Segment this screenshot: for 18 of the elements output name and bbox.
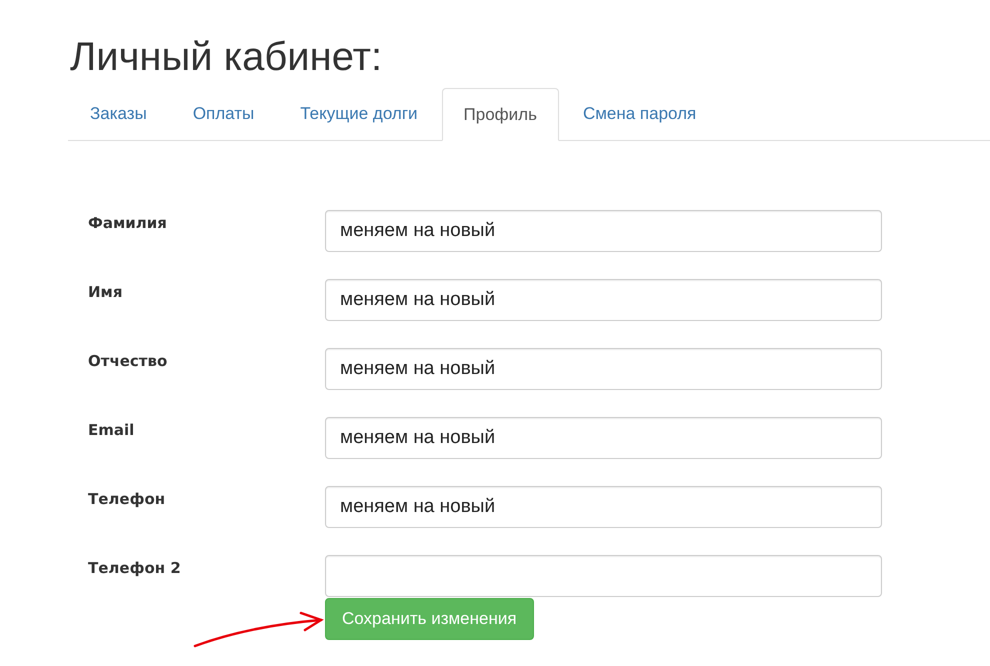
field-label: Email bbox=[88, 420, 136, 439]
tab[interactable]: Профиль bbox=[442, 88, 559, 141]
input-field[interactable]: меняем на новый bbox=[325, 486, 882, 528]
tab[interactable]: Заказы bbox=[68, 88, 169, 140]
field-label: Фамилия bbox=[88, 213, 168, 232]
input-field[interactable]: меняем на новый bbox=[325, 348, 882, 390]
input-field[interactable]: меняем на новый bbox=[325, 210, 882, 252]
field-label: Отчество bbox=[88, 351, 168, 370]
tab[interactable]: Текущие долги bbox=[278, 88, 440, 140]
tab[interactable]: Оплаты bbox=[170, 88, 276, 140]
field-label: Телефон bbox=[88, 489, 166, 508]
tab[interactable]: Смена пароля bbox=[560, 88, 718, 140]
field-label: Телефон 2 bbox=[88, 558, 182, 577]
input-field[interactable]: меняем на новый bbox=[325, 417, 882, 459]
input-field[interactable]: меняем на новый bbox=[325, 279, 882, 321]
field-label: Имя bbox=[88, 282, 124, 301]
page-title: Личный кабинет: bbox=[70, 34, 382, 81]
input-field[interactable] bbox=[325, 555, 882, 597]
